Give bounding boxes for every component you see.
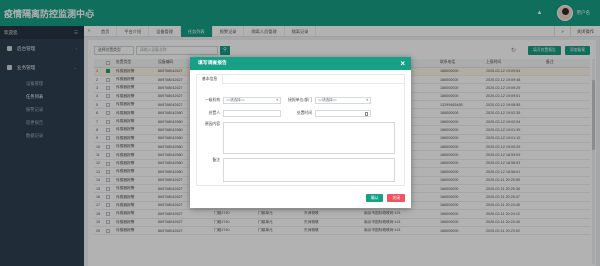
content-label: 原因内容	[204, 122, 220, 126]
time-input[interactable]	[315, 110, 371, 117]
row-org: 一级机构 ==请选择==	[201, 97, 281, 104]
reporter-label: 处置人	[208, 111, 220, 115]
row-remark: 备注	[201, 158, 395, 182]
content-textarea[interactable]	[223, 122, 395, 154]
org-label: 一级机构	[204, 98, 220, 102]
row-dept: 接报单位/部门 ==请选择==	[285, 97, 371, 104]
close-button[interactable]: 关闭	[387, 194, 405, 202]
reporter-input[interactable]	[223, 110, 281, 117]
dialog-title: 填写调查报告	[198, 61, 227, 66]
close-icon[interactable]: ×	[400, 57, 405, 70]
dialog-tabs: 基本信息	[197, 75, 404, 84]
dialog-header: 填写调查报告 ×	[190, 57, 411, 70]
row-time: 处置时间	[285, 110, 371, 117]
remark-label: 备注	[212, 158, 220, 162]
org-select[interactable]: ==请选择==	[223, 97, 281, 104]
time-label: 处置时间	[296, 111, 312, 115]
dialog-footer: 确认 关闭	[362, 194, 405, 202]
report-dialog: 填写调查报告 × 基本信息 一级机构 ==请选择== 接报单位/部门 ==请选择…	[190, 57, 411, 208]
confirm-button[interactable]: 确认	[365, 194, 384, 202]
row-reporter: 处置人	[201, 110, 281, 117]
row-content: 原因内容	[201, 122, 395, 154]
dept-select[interactable]: ==请选择==	[315, 97, 371, 104]
calendar-icon[interactable]	[364, 112, 368, 116]
dept-label: 接报单位/部门	[288, 98, 312, 102]
remark-textarea[interactable]	[223, 158, 395, 182]
dialog-body: 基本信息 一级机构 ==请选择== 接报单位/部门 ==请选择== 处置人 处置…	[196, 74, 405, 186]
tab-basic-info[interactable]: 基本信息	[197, 75, 224, 84]
